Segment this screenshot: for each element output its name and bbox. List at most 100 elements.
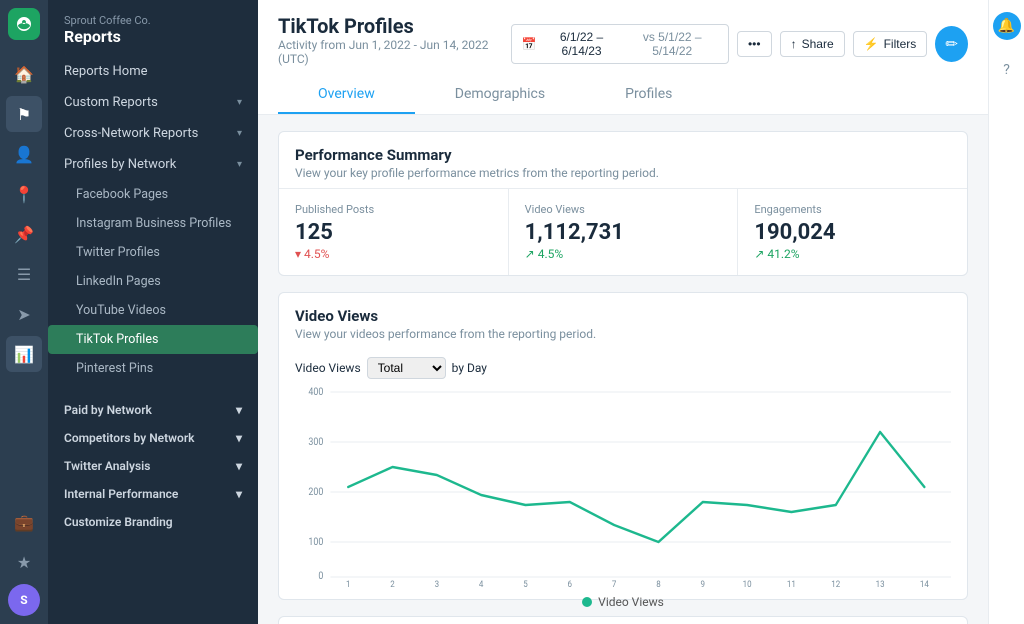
app-logo[interactable] (8, 8, 40, 40)
chart-filter-select[interactable]: Total Average (367, 357, 446, 379)
metric-change: ↗ 41.2% (754, 247, 951, 261)
nav-send-icon[interactable]: ➤ (6, 296, 42, 332)
svg-text:3: 3 (435, 580, 440, 587)
svg-text:4: 4 (479, 580, 484, 587)
chevron-down-icon: ▾ (236, 459, 242, 473)
nav-home-icon[interactable]: 🏠 (6, 56, 42, 92)
audience-metrics-table: Audience Metrics Totals % Change Video V… (278, 616, 968, 624)
svg-text:12: 12 (831, 580, 840, 587)
performance-summary-card: Performance Summary View your key profil… (278, 131, 968, 276)
metrics-row: Published Posts 125 ▾ 4.5% Video Views 1… (279, 188, 967, 275)
nav-star-icon[interactable]: ★ (6, 544, 42, 580)
sidebar-item-label: Reports Home (64, 64, 148, 79)
sidebar-item-competitors[interactable]: Competitors by Network ▾ (48, 421, 258, 449)
sidebar-item-customize-branding[interactable]: Customize Branding (48, 505, 258, 533)
video-views-chart: 400 300 200 100 0 1 Dec 2 3 4 5 6 7 8 9 (295, 387, 951, 587)
performance-summary-subtitle: View your key profile performance metric… (295, 166, 951, 180)
user-avatar[interactable]: S (8, 584, 40, 616)
filters-button[interactable]: ⚡ Filters (853, 31, 928, 57)
nav-person-icon[interactable]: 👤 (6, 136, 42, 172)
sidebar: Sprout Coffee Co. Reports Reports Home C… (48, 0, 258, 624)
main-header: TikTok Profiles Activity from Jun 1, 202… (258, 0, 988, 115)
metric-video-views: Video Views 1,112,731 ↗ 4.5% (509, 189, 739, 275)
nav-flag-icon[interactable]: ⚑ (6, 96, 42, 132)
main-tabs: Overview Demographics Profiles (278, 76, 968, 114)
video-views-subtitle: View your videos performance from the re… (295, 327, 951, 341)
metric-label: Video Views (525, 203, 722, 216)
svg-text:2: 2 (390, 580, 395, 587)
sidebar-sub-item-tiktok[interactable]: TikTok Profiles (48, 325, 258, 354)
sidebar-item-cross-network[interactable]: Cross-Network Reports ▾ (48, 118, 258, 149)
nav-location-icon[interactable]: 📍 (6, 176, 42, 212)
svg-text:7: 7 (612, 580, 617, 587)
svg-text:1: 1 (346, 580, 350, 587)
sidebar-sub-item-pinterest[interactable]: Pinterest Pins (48, 354, 258, 383)
svg-text:5: 5 (523, 580, 528, 587)
vs-range-text: vs 5/1/22 – 5/14/22 (626, 30, 718, 58)
svg-text:100: 100 (308, 537, 323, 549)
performance-summary-title: Performance Summary (295, 146, 951, 164)
svg-text:14: 14 (920, 580, 929, 587)
metric-value: 190,024 (754, 220, 951, 245)
company-name: Sprout Coffee Co. (64, 14, 242, 27)
svg-text:11: 11 (787, 580, 796, 587)
filters-icon: ⚡ (864, 37, 879, 51)
page-title: TikTok Profiles (278, 14, 511, 38)
sidebar-item-profiles-by-network[interactable]: Profiles by Network ▾ (48, 149, 258, 180)
tab-overview[interactable]: Overview (278, 76, 415, 114)
page-subtitle: Activity from Jun 1, 2022 - Jun 14, 2022… (278, 38, 511, 66)
metric-label: Engagements (754, 203, 951, 216)
main-content: TikTok Profiles Activity from Jun 1, 202… (258, 0, 988, 624)
help-icon[interactable]: ? (993, 56, 1021, 84)
date-range-button[interactable]: 📅 6/1/22 – 6/14/23 vs 5/1/22 – 5/14/22 (511, 24, 729, 64)
nav-list-icon[interactable]: ☰ (6, 256, 42, 292)
svg-text:13: 13 (876, 580, 885, 587)
svg-text:6: 6 (568, 580, 573, 587)
notification-icon[interactable]: 🔔 (993, 12, 1021, 40)
sidebar-item-internal-performance[interactable]: Internal Performance ▾ (48, 477, 258, 505)
sidebar-item-paid-by-network[interactable]: Paid by Network ▾ (48, 393, 258, 421)
metric-value: 125 (295, 220, 492, 245)
svg-text:0: 0 (318, 571, 323, 583)
nav-pin-icon[interactable]: 📌 (6, 216, 42, 252)
pencil-icon: ✏ (945, 35, 958, 53)
chart-area: 400 300 200 100 0 1 Dec 2 3 4 5 6 7 8 9 (279, 379, 967, 599)
tab-profiles[interactable]: Profiles (585, 76, 712, 114)
section-title: Reports (64, 27, 242, 46)
metric-label: Published Posts (295, 203, 492, 216)
sidebar-sub-item-facebook[interactable]: Facebook Pages (48, 180, 258, 209)
sidebar-sub-item-youtube[interactable]: YouTube Videos (48, 296, 258, 325)
sidebar-sub-item-twitter-profiles[interactable]: Twitter Profiles (48, 238, 258, 267)
calendar-icon: 📅 (522, 37, 537, 51)
header-actions: 📅 6/1/22 – 6/14/23 vs 5/1/22 – 5/14/22 •… (511, 24, 968, 64)
tab-demographics[interactable]: Demographics (415, 76, 585, 114)
video-views-title: Video Views (295, 307, 951, 325)
table-header: Audience Metrics Totals % Change (279, 617, 967, 624)
video-views-header: Video Views View your videos performance… (279, 293, 967, 349)
svg-text:200: 200 (308, 487, 323, 499)
sidebar-sub-item-instagram[interactable]: Instagram Business Profiles (48, 209, 258, 238)
chart-controls: Video Views Total Average by Day (279, 349, 967, 379)
right-panel: 🔔 ? (988, 0, 1024, 624)
sidebar-item-custom-reports[interactable]: Custom Reports ▾ (48, 87, 258, 118)
share-button[interactable]: ↑ Share (780, 31, 845, 57)
nav-briefcase-icon[interactable]: 💼 (6, 504, 42, 540)
svg-text:9: 9 (701, 580, 706, 587)
svg-text:400: 400 (308, 387, 323, 398)
sidebar-item-reports-home[interactable]: Reports Home (48, 56, 258, 87)
share-icon: ↑ (791, 37, 797, 51)
metric-change: ▾ 4.5% (295, 247, 492, 261)
by-day-label: by Day (452, 361, 487, 375)
sidebar-item-twitter-analysis[interactable]: Twitter Analysis ▾ (48, 449, 258, 477)
legend-label: Video Views (598, 595, 664, 609)
sidebar-sub-item-linkedin[interactable]: LinkedIn Pages (48, 267, 258, 296)
edit-button[interactable]: ✏ (935, 26, 968, 62)
chevron-down-icon: ▾ (236, 431, 242, 445)
metric-change: ↗ 4.5% (525, 247, 722, 261)
chevron-down-icon: ▾ (237, 159, 242, 170)
date-range-text: 6/1/22 – 6/14/23 (543, 30, 621, 58)
more-options-button[interactable]: ••• (737, 31, 772, 57)
svg-text:8: 8 (656, 580, 661, 587)
metric-value: 1,112,731 (525, 220, 722, 245)
nav-chart-icon[interactable]: 📊 (6, 336, 42, 372)
